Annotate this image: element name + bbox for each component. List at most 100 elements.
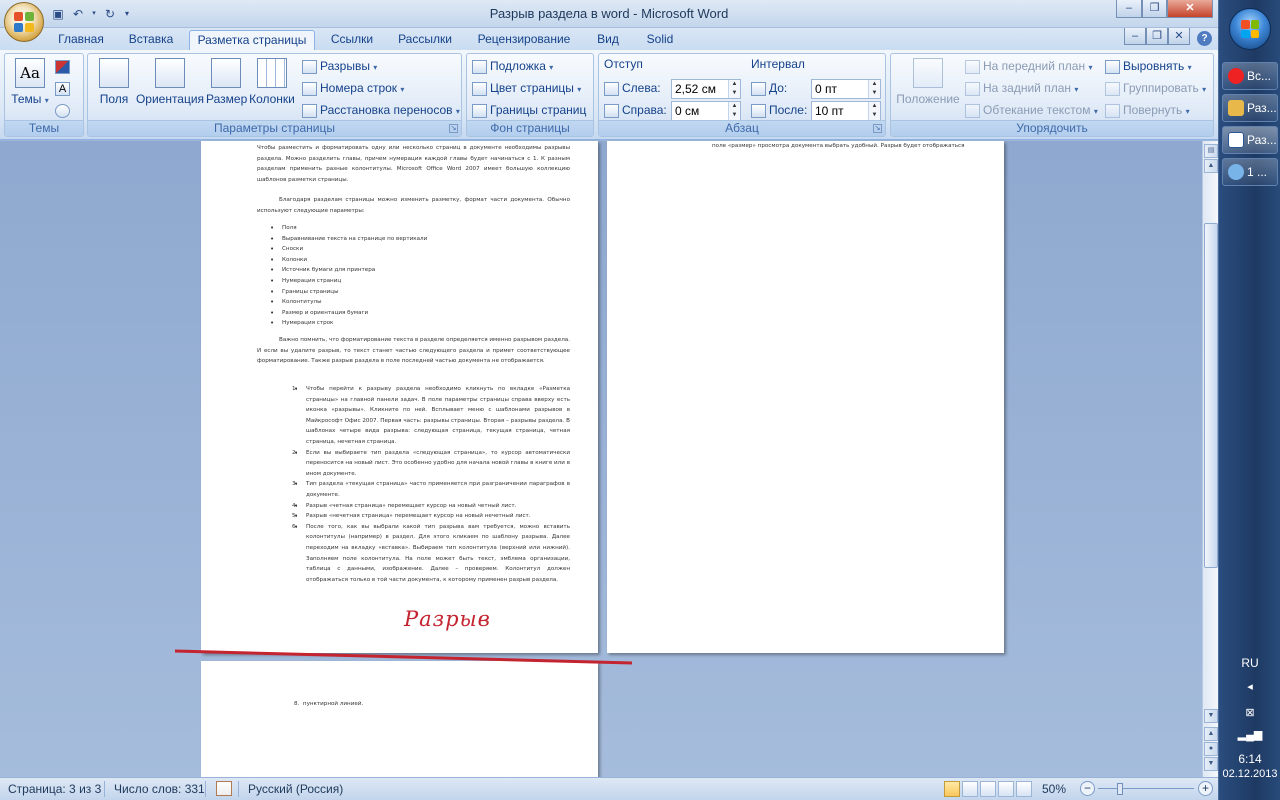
tab-references[interactable]: Ссылки: [323, 30, 381, 50]
draft-view-icon[interactable]: [1016, 781, 1032, 797]
show-hidden-icons-icon[interactable]: ◂: [1219, 680, 1280, 693]
theme-fonts-button[interactable]: A: [55, 78, 73, 98]
group-objects-button[interactable]: Группировать ▾: [1105, 78, 1206, 98]
page-setup-launcher-icon[interactable]: ↘: [449, 124, 458, 133]
taskbar-item-folder[interactable]: Раз...: [1222, 94, 1278, 122]
list-item-text: Разрыв «нечетная страница» перемещает ку…: [306, 513, 531, 520]
print-layout-view-icon[interactable]: [944, 781, 960, 797]
proofing-icon[interactable]: [216, 781, 232, 796]
line-numbers-icon: [302, 81, 317, 96]
zoom-out-icon[interactable]: −: [1080, 781, 1095, 796]
page-1[interactable]: Чтобы разместить и форматировать одну ил…: [201, 141, 598, 653]
size-button[interactable]: Размер: [206, 58, 247, 106]
zoom-slider-thumb[interactable]: [1117, 783, 1123, 795]
spacing-after-field[interactable]: 10 пт ▲ ▼: [811, 101, 881, 121]
office-button[interactable]: [4, 2, 44, 42]
bring-front-button[interactable]: На передний план ▾: [965, 56, 1092, 76]
group-themes-label: Темы: [5, 120, 83, 136]
page-borders-button[interactable]: Границы страниц: [472, 100, 586, 120]
ribbon-minimize-button[interactable]: ‒: [1124, 28, 1146, 45]
prev-page-icon[interactable]: ▲: [1204, 727, 1218, 741]
breaks-button[interactable]: Разрывы ▾: [302, 56, 377, 76]
send-back-icon: [965, 81, 980, 96]
spacing-before-field[interactable]: 0 пт ▲ ▼: [811, 79, 881, 99]
page-count[interactable]: Страница: 3 из 3: [8, 782, 101, 796]
network-signal-icon[interactable]: ▂▄▆: [1219, 728, 1280, 741]
close-button[interactable]: ✕: [1167, 0, 1213, 18]
tab-insert[interactable]: Вставка: [122, 30, 180, 50]
ribbon-restore-button[interactable]: ❐: [1146, 28, 1168, 45]
indent-right-spinner-icon[interactable]: ▲ ▼: [728, 102, 740, 120]
yandex-browser-icon: [1228, 68, 1244, 84]
theme-colors-button[interactable]: [55, 56, 73, 76]
ribbon-close-button[interactable]: ✕: [1168, 28, 1190, 45]
hyphenation-icon: [302, 103, 317, 118]
taskbar-item-yandex[interactable]: Вс...: [1222, 62, 1278, 90]
scroll-down-icon[interactable]: ▼: [1204, 709, 1218, 723]
position-button[interactable]: Положение: [894, 58, 962, 106]
outline-view-icon[interactable]: [998, 781, 1014, 797]
full-screen-view-icon[interactable]: [962, 781, 978, 797]
zoom-in-icon[interactable]: +: [1198, 781, 1213, 796]
tab-solid[interactable]: Solid: [638, 30, 682, 50]
ruler-toggle-icon[interactable]: ▤: [1204, 144, 1218, 158]
line-numbers-button[interactable]: Номера строк ▾: [302, 78, 404, 98]
theme-effects-button[interactable]: [55, 100, 73, 120]
zoom-level[interactable]: 50%: [1042, 782, 1066, 796]
margins-button[interactable]: Поля: [94, 58, 134, 106]
line-numbers-label: Номера строк: [320, 81, 398, 95]
page-color-button[interactable]: Цвет страницы ▾: [472, 78, 581, 98]
tab-view[interactable]: Вид: [590, 30, 626, 50]
text-wrap-icon: [965, 103, 980, 118]
indent-right-field[interactable]: 0 см ▲ ▼: [671, 101, 741, 121]
taskbar-item-skype[interactable]: 1 ...: [1222, 158, 1278, 186]
restore-button[interactable]: ❐: [1142, 0, 1167, 18]
indent-left-field[interactable]: 2,52 см ▲ ▼: [671, 79, 741, 99]
orientation-icon: [155, 58, 185, 88]
tab-home[interactable]: Главная: [52, 30, 110, 50]
clock-time[interactable]: 6:14: [1219, 752, 1280, 766]
themes-button[interactable]: Aa Темы ▾: [9, 58, 51, 106]
help-icon[interactable]: ?: [1197, 31, 1212, 46]
align-button[interactable]: Выровнять ▾: [1105, 56, 1192, 76]
document-area[interactable]: Чтобы разместить и форматировать одну ил…: [0, 141, 1202, 781]
group-paragraph: Отступ Слева: 2,52 см ▲ ▼ Справа: 0 см ▲ ▼ И…: [598, 53, 886, 137]
language[interactable]: Русский (Россия): [248, 782, 343, 796]
browse-object-icon[interactable]: ●: [1204, 742, 1218, 756]
tab-mailings[interactable]: Рассылки: [392, 30, 458, 50]
word-count[interactable]: Число слов: 331: [114, 782, 205, 796]
page-2[interactable]: поле «размер» просмотра документа выбрат…: [607, 141, 1004, 653]
spacing-before-spinner-icon[interactable]: ▲ ▼: [868, 80, 880, 98]
web-layout-view-icon[interactable]: [980, 781, 996, 797]
start-button[interactable]: [1229, 8, 1271, 50]
spacing-after-icon: [751, 103, 766, 118]
vertical-scrollbar[interactable]: ▤ ▲ ▼ ▲ ● ▼: [1202, 141, 1218, 777]
spacing-title: Интервал: [751, 57, 805, 71]
align-icon: [1105, 59, 1120, 74]
watermark-button[interactable]: Подложка ▾: [472, 56, 553, 76]
text-wrap-button[interactable]: Обтекание текстом ▾: [965, 100, 1098, 120]
scroll-up-icon[interactable]: ▲: [1204, 159, 1218, 173]
page-3[interactable]: 8. пунктирной линией.: [201, 661, 598, 781]
theme-fonts-icon: A: [55, 81, 70, 96]
windows-taskbar: Вс... Раз... Раз... 1 ... RU ◂ ⊠ ▂▄▆ 6:1…: [1218, 0, 1280, 800]
columns-button[interactable]: Колонки: [248, 58, 296, 106]
network-error-icon[interactable]: ⊠: [1219, 706, 1280, 719]
taskbar-item-word[interactable]: Раз...: [1222, 126, 1278, 154]
hyphenation-button[interactable]: Расстановка переносов ▾: [302, 100, 460, 120]
rotate-button[interactable]: Повернуть ▾: [1105, 100, 1190, 120]
clock-date[interactable]: 02.12.2013: [1219, 768, 1280, 780]
zoom-slider-track[interactable]: [1098, 788, 1194, 789]
tab-review[interactable]: Рецензирование: [470, 30, 578, 50]
next-page-icon[interactable]: ▼: [1204, 757, 1218, 771]
indent-left-spinner-icon[interactable]: ▲ ▼: [728, 80, 740, 98]
spacing-after-spinner-icon[interactable]: ▲ ▼: [868, 102, 880, 120]
scroll-thumb[interactable]: [1204, 223, 1218, 568]
minimize-button[interactable]: ‒: [1116, 0, 1142, 18]
language-indicator[interactable]: RU: [1219, 656, 1280, 670]
page-color-icon: [472, 81, 487, 96]
orientation-button[interactable]: Ориентация: [134, 58, 206, 106]
send-back-button[interactable]: На задний план ▾: [965, 78, 1078, 98]
tab-page-layout[interactable]: Разметка страницы: [189, 30, 315, 50]
paragraph-launcher-icon[interactable]: ↘: [873, 124, 882, 133]
